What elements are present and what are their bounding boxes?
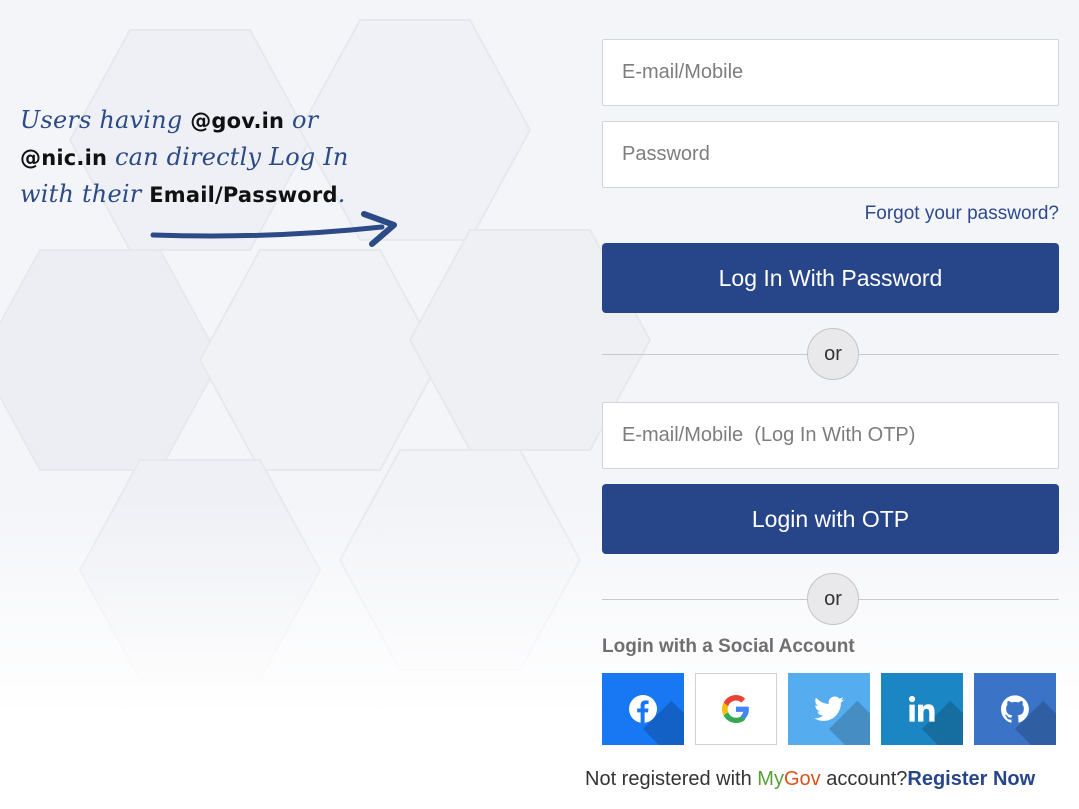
twitter-icon (814, 696, 844, 721)
register-prompt-text: account? (820, 768, 908, 790)
google-icon (722, 695, 749, 723)
hint-nic-domain: @nic.in (20, 146, 108, 170)
google-login-button[interactable] (695, 673, 777, 745)
otp-email-mobile-input[interactable] (602, 402, 1059, 469)
register-prompt-text: Not registered with (585, 768, 758, 790)
login-with-otp-button[interactable]: Login with OTP (602, 484, 1059, 554)
facebook-icon (629, 695, 657, 723)
arrow-right-icon (150, 211, 397, 247)
linkedin-login-button[interactable] (881, 673, 963, 745)
github-login-button[interactable] (974, 673, 1056, 745)
twitter-login-button[interactable] (788, 673, 870, 745)
brand-gov: Gov (783, 768, 821, 790)
social-login-title: Login with a Social Account (602, 636, 855, 657)
hint-gov-domain: @gov.in (190, 109, 285, 133)
hint-text: can directly Log In (107, 143, 349, 171)
linkedin-icon (909, 696, 935, 722)
email-mobile-input[interactable] (602, 39, 1059, 106)
hint-text: with their (20, 180, 150, 208)
or-label: or (824, 587, 842, 610)
register-now-link[interactable]: Register Now (907, 768, 1035, 790)
gov-login-hint: Users having @gov.in or @nic.in can dire… (20, 102, 400, 213)
hint-text: . (337, 180, 346, 208)
forgot-password-link[interactable]: Forgot your password? (865, 203, 1059, 225)
hint-text: Users having (20, 106, 191, 134)
brand-my: My (757, 768, 784, 790)
register-prompt: Not registered with MyGov account?Regist… (585, 768, 1035, 791)
or-badge: or (807, 573, 859, 625)
hint-email-password: Email/Password (149, 183, 338, 207)
github-icon (1001, 695, 1029, 723)
or-divider: or (602, 328, 1059, 380)
facebook-login-button[interactable] (602, 673, 684, 745)
login-with-password-button[interactable]: Log In With Password (602, 243, 1059, 313)
password-input[interactable] (602, 121, 1059, 188)
or-badge: or (807, 328, 859, 380)
or-divider: or (602, 573, 1059, 625)
or-label: or (824, 342, 842, 365)
hint-text: or (284, 106, 319, 134)
